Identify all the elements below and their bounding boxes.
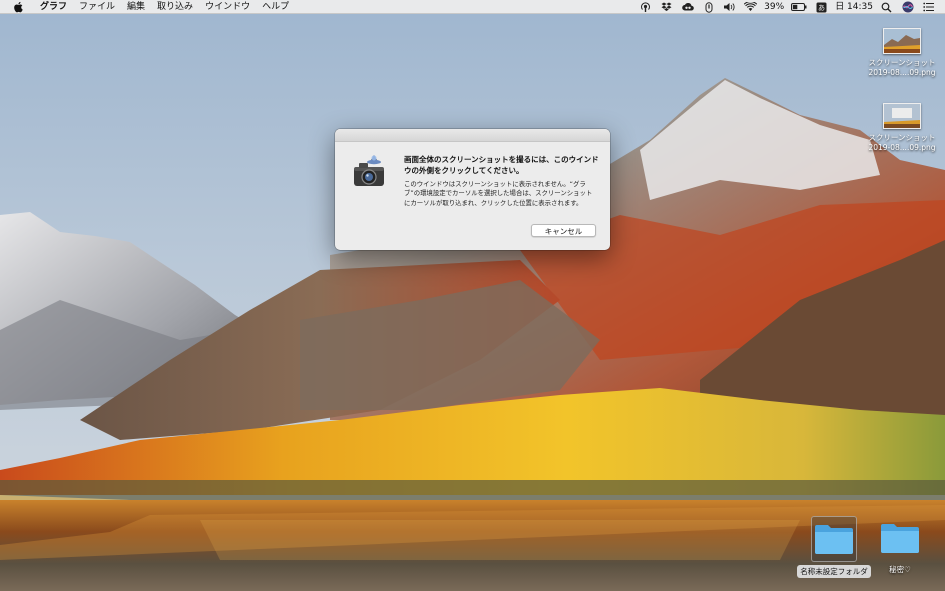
notification-center-icon[interactable] [922, 1, 935, 13]
folder-label: 名称未設定フォルダ [797, 565, 871, 578]
menu-bar-status-area: 39% あ 日 14:35 [635, 0, 945, 14]
battery-icon[interactable] [791, 1, 807, 13]
volume-icon[interactable] [723, 1, 736, 13]
folder-selection-box [811, 516, 857, 562]
file-name-line-2: 2019-08....09.png [868, 143, 936, 152]
dialog-body-text: このウインドウはスクリーンショットに表示されません。“グラブ”の環境設定でカーソ… [404, 180, 593, 207]
input-method-icon[interactable]: あ [815, 1, 828, 13]
desktop-screenshot-file-2[interactable]: スクリーンショット 2019-08....09.png [862, 103, 942, 153]
folder-icon [881, 524, 919, 553]
menu-capture[interactable]: 取り込み [151, 0, 199, 14]
desktop-wallpaper [0, 0, 945, 591]
file-name-line-2: 2019-08....09.png [868, 68, 936, 77]
menu-app-name[interactable]: グラフ [34, 0, 73, 14]
screenshot-thumbnail-icon [883, 28, 921, 54]
menu-window[interactable]: ウインドウ [199, 0, 256, 14]
menu-file[interactable]: ファイル [73, 0, 121, 14]
desktop-folder-secret[interactable]: 秘密♡ [873, 516, 927, 576]
menu-bar-left: グラフ ファイル 編集 取り込み ウインドウ ヘルプ [0, 0, 295, 14]
dropbox-icon[interactable] [660, 1, 673, 13]
folder-icon [815, 525, 853, 554]
file-name-line-1: スクリーンショット [868, 133, 936, 142]
siri-icon[interactable] [901, 1, 914, 13]
menu-bar: グラフ ファイル 編集 取り込み ウインドウ ヘルプ 39% あ 日 14:35 [0, 0, 945, 14]
dialog-heading: 画面全体のスクリーンショットを撮るには、このウインドウの外側をクリックしてくださ… [404, 155, 599, 175]
creative-cloud-icon[interactable] [681, 1, 694, 13]
podcast-icon[interactable] [639, 1, 652, 13]
grab-camera-icon [354, 155, 384, 186]
apple-logo-icon[interactable] [12, 1, 24, 13]
svg-text:あ: あ [818, 4, 825, 12]
desktop-screenshot-file-1[interactable]: スクリーンショット 2019-08....09.png [862, 28, 942, 78]
cancel-button[interactable]: キャンセル [531, 224, 596, 237]
spotlight-search-icon[interactable] [880, 1, 893, 13]
menu-help[interactable]: ヘルプ [256, 0, 295, 14]
screenshot-thumbnail-icon [883, 103, 921, 129]
battery-percent[interactable]: 39% [761, 0, 787, 14]
menu-edit[interactable]: 編集 [121, 0, 151, 14]
wifi-icon[interactable] [744, 1, 758, 13]
clock[interactable]: 日 14:35 [832, 0, 876, 14]
grab-screen-capture-dialog: 画面全体のスクリーンショットを撮るには、このウインドウの外側をクリックしてくださ… [335, 129, 610, 250]
dialog-title-strip [335, 129, 610, 142]
folder-label: 秘密♡ [889, 565, 911, 574]
desktop-folder-untitled[interactable]: 名称未設定フォルダ [790, 516, 878, 578]
folder-selection-box [878, 516, 922, 560]
notification-badge-icon[interactable] [702, 1, 715, 13]
file-name-line-1: スクリーンショット [868, 58, 936, 67]
